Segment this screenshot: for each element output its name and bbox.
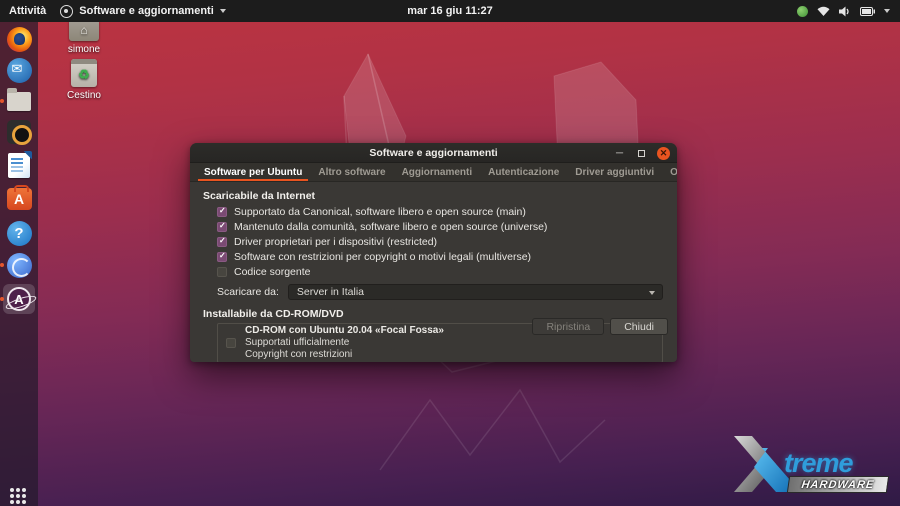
checkbox[interactable]: [217, 252, 227, 262]
web-browser-icon: [7, 253, 32, 278]
running-indicator: [0, 263, 4, 267]
checkbox-label: Software con restrizioni per copyright o…: [234, 251, 531, 263]
ubuntu-software-icon: A: [7, 188, 32, 210]
running-indicator: [0, 99, 4, 103]
volume-icon: [839, 6, 851, 17]
running-indicator: [0, 297, 4, 301]
writer-icon: [8, 153, 30, 178]
checkbox[interactable]: [217, 207, 227, 217]
dock-item-firefox[interactable]: [3, 24, 35, 54]
dock-item-thunderbird[interactable]: [3, 55, 35, 85]
help-icon: ?: [7, 221, 32, 246]
cdrom-line3: Copyright con restrizioni: [245, 349, 444, 361]
section-heading-internet: Scaricabile da Internet: [203, 190, 665, 202]
tab-altro-software[interactable]: Altro software: [310, 163, 393, 181]
tab-content: Scaricabile da Internet Supportato da Ca…: [190, 182, 677, 340]
checkbox[interactable]: [217, 222, 227, 232]
checkbox-row-source[interactable]: Codice sorgente: [217, 266, 665, 277]
tab-aggiornamenti[interactable]: Aggiornamenti: [394, 163, 481, 181]
cdrom-checkbox[interactable]: [226, 338, 236, 348]
download-from-label: Scaricare da:: [217, 286, 279, 298]
app-icon: [60, 5, 73, 18]
tab-bar: Software per Ubuntu Altro software Aggio…: [190, 163, 677, 182]
files-icon: [7, 92, 31, 111]
close-button[interactable]: Chiudi: [610, 318, 668, 335]
dock-item-web-browser[interactable]: [3, 250, 35, 280]
trash-icon: ♻: [71, 59, 97, 87]
maximize-button[interactable]: [635, 147, 648, 160]
dock-item-files[interactable]: [3, 86, 35, 116]
wifi-icon: [817, 6, 830, 17]
revert-button[interactable]: Ripristina: [532, 318, 604, 335]
rhythmbox-icon: [7, 120, 31, 144]
dock-item-software-properties[interactable]: A: [3, 284, 35, 314]
window-titlebar[interactable]: Software e aggiornamenti ─ ✕: [190, 143, 677, 163]
checkbox-row-multiverse[interactable]: Software con restrizioni per copyright o…: [217, 251, 665, 262]
server-dropdown-value: Server in Italia: [297, 286, 364, 298]
tab-software-per-ubuntu[interactable]: Software per Ubuntu: [196, 163, 310, 181]
window-title: Software e aggiornamenti: [369, 147, 497, 159]
chevron-down-icon: [649, 291, 655, 295]
chevron-down-icon: [220, 9, 226, 13]
checkbox[interactable]: [217, 267, 227, 277]
minimize-button[interactable]: ─: [613, 147, 626, 160]
apps-grid-icon: [10, 488, 28, 506]
desktop-icon-trash[interactable]: ♻ Cestino: [52, 59, 116, 101]
checkbox-label: Driver proprietari per i dispositivi (re…: [234, 236, 437, 248]
tab-driver-aggiuntivi[interactable]: Driver aggiuntivi: [567, 163, 662, 181]
show-applications-button[interactable]: [3, 482, 35, 506]
checkbox-label: Mantenuto dalla comunità, software liber…: [234, 221, 547, 233]
software-updates-window: Software e aggiornamenti ─ ✕ Software pe…: [190, 143, 677, 362]
checkbox-row-main[interactable]: Supportato da Canonical, software libero…: [217, 206, 665, 217]
thunderbird-icon: [7, 58, 32, 83]
top-bar: Attività Software e aggiornamenti mar 16…: [0, 0, 900, 22]
dock-item-rhythmbox[interactable]: [3, 117, 35, 147]
app-menu-label: Software e aggiornamenti: [79, 5, 213, 17]
dock-item-help[interactable]: ?: [3, 218, 35, 248]
checkbox[interactable]: [217, 237, 227, 247]
dock: A ? A: [0, 22, 38, 506]
desktop-icon-home[interactable]: ⌂ simone: [52, 19, 116, 55]
cdrom-title: CD-ROM con Ubuntu 20.04 «Focal Fossa»: [245, 325, 444, 337]
system-tray-menu[interactable]: [797, 6, 900, 17]
app-menu-button[interactable]: Software e aggiornamenti: [60, 5, 225, 18]
xtreme-x-icon: [732, 434, 792, 494]
watermark-hardware-text: HARDWARE: [787, 476, 889, 493]
tab-opzioni-di-sviluppo[interactable]: Opzioni di sviluppo: [662, 163, 677, 181]
home-folder-icon: ⌂: [69, 19, 99, 41]
updates-icon: [797, 6, 808, 17]
software-properties-icon: A: [7, 287, 31, 311]
checkbox-label: Codice sorgente: [234, 266, 310, 278]
xtremehardware-watermark: treme HARDWARE: [732, 434, 892, 500]
desktop-icon-label: Cestino: [52, 90, 116, 101]
battery-icon: [860, 7, 875, 16]
dock-item-libreoffice-writer[interactable]: [3, 150, 35, 180]
tab-autenticazione[interactable]: Autenticazione: [480, 163, 567, 181]
firefox-icon: [7, 27, 32, 52]
cdrom-line2: Supportati ufficialmente: [245, 337, 444, 349]
watermark-treme-text: treme: [784, 448, 853, 479]
close-icon[interactable]: ✕: [657, 147, 670, 160]
checkbox-row-universe[interactable]: Mantenuto dalla comunità, software liber…: [217, 221, 665, 232]
desktop-icon-label: simone: [52, 44, 116, 55]
menu-caret-icon: [884, 9, 890, 13]
activities-button[interactable]: Attività: [9, 5, 46, 17]
server-dropdown[interactable]: Server in Italia: [288, 284, 663, 300]
checkbox-row-restricted[interactable]: Driver proprietari per i dispositivi (re…: [217, 236, 665, 247]
checkbox-label: Supportato da Canonical, software libero…: [234, 206, 526, 218]
dock-item-ubuntu-software[interactable]: A: [3, 184, 35, 214]
